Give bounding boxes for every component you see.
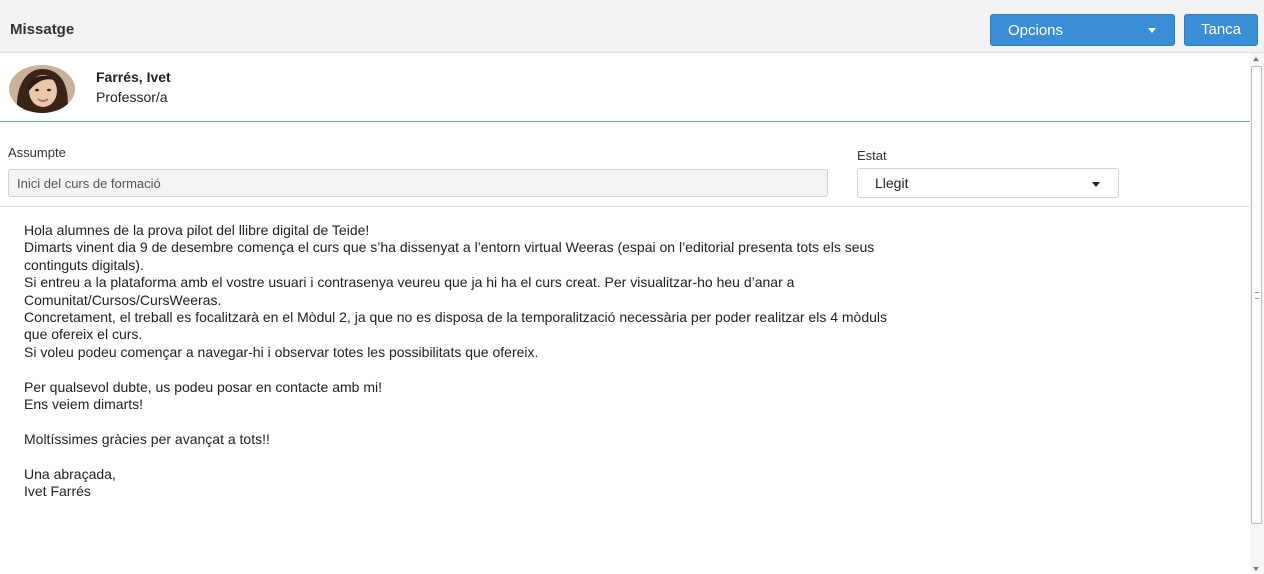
status-select[interactable]: Llegit: [857, 168, 1119, 198]
sender-role: Professor/a: [96, 89, 168, 105]
grip-icon: [1255, 292, 1259, 299]
dialog-header: Missatge Opcions Tanca: [0, 0, 1264, 53]
vertical-scrollbar[interactable]: [1250, 53, 1264, 574]
message-line: Concretament, el treball es focalitzarà …: [24, 309, 888, 326]
status-label: Estat: [857, 148, 887, 163]
sender-info: Farrés, Ivet Professor/a: [0, 53, 1250, 122]
message-line: Moltíssimes gràcies per avançat a tots!!: [24, 430, 270, 447]
scroll-up-icon[interactable]: [1253, 57, 1259, 61]
divider: [0, 206, 1250, 207]
message-line: Una abraçada,: [24, 465, 116, 482]
message-line: Hola alumnes de la prova pilot del llibr…: [24, 222, 370, 238]
dialog-title: Missatge: [10, 21, 75, 38]
message-line: Ivet Farrés: [24, 483, 91, 500]
message-body: Hola alumnes de la prova pilot del llibr…: [24, 222, 1234, 500]
message-line: Per qualsevol dubte, us podeu posar en c…: [24, 378, 382, 395]
status-selected-value: Llegit: [875, 175, 909, 191]
caret-down-icon: [1148, 28, 1156, 33]
message-line: Ens veiem dimarts!: [24, 396, 144, 413]
close-button[interactable]: Tanca: [1184, 14, 1258, 46]
sender-name: Farrés, Ivet: [96, 69, 171, 85]
avatar: [9, 65, 75, 113]
message-line: Dimarts vinent dia 9 de desembre comença…: [24, 239, 875, 256]
scroll-thumb[interactable]: [1251, 66, 1262, 524]
message-line: que ofereix el curs.: [24, 326, 143, 343]
chevron-down-icon: [1092, 182, 1100, 187]
options-button-label: Opcions: [1008, 22, 1064, 39]
subject-field[interactable]: [8, 169, 828, 197]
options-dropdown-button[interactable]: Opcions: [990, 14, 1175, 46]
scroll-down-icon[interactable]: [1253, 567, 1259, 571]
message-line: Si voleu podeu començar a navegar-hi i o…: [24, 343, 539, 360]
message-line: continguts digitals).: [24, 256, 144, 273]
subject-label: Assumpte: [8, 145, 66, 160]
message-line: Si entreu a la plataforma amb el vostre …: [24, 274, 795, 291]
message-line: Comunitat/Cursos/CursWeeras.: [24, 291, 222, 308]
